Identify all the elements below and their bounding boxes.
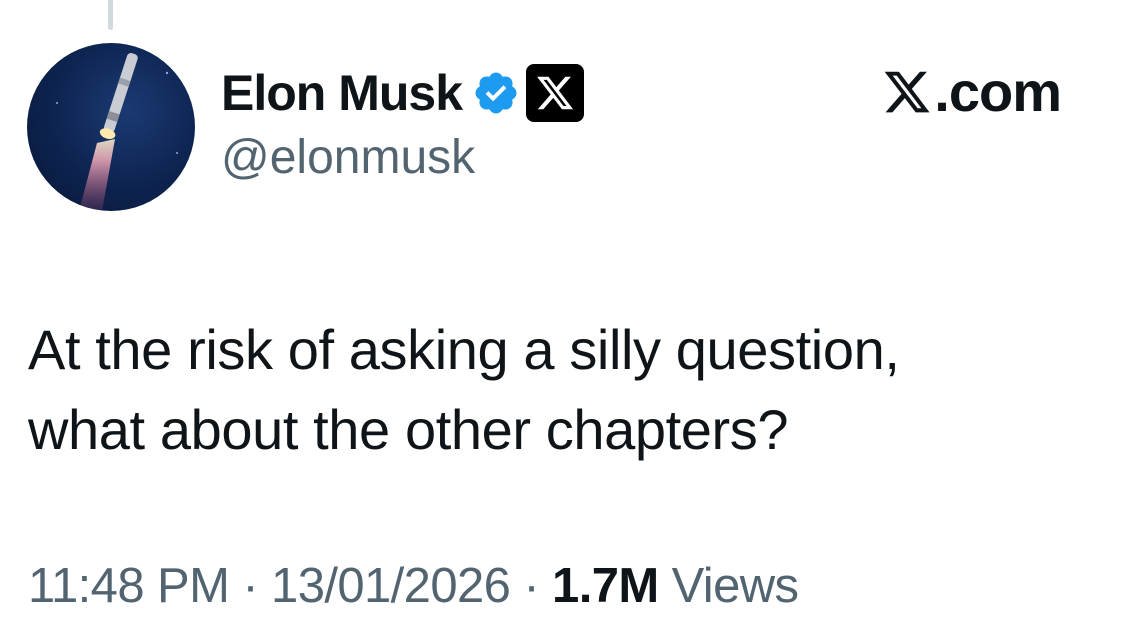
post-meta-row: 11:48 PM · 13/01/2026 · 1.7M Views xyxy=(28,556,799,616)
views-label[interactable]: Views xyxy=(672,559,799,613)
x-logo-icon[interactable] xyxy=(526,64,585,122)
site-label-text: .com xyxy=(934,60,1062,123)
post-time[interactable]: 11:48 PM xyxy=(28,559,230,613)
verified-badge-icon[interactable] xyxy=(472,69,520,117)
thread-connector-line xyxy=(108,0,113,30)
author-display-name[interactable]: Elon Musk xyxy=(221,68,463,118)
post-text-line: At the risk of asking a silly question, xyxy=(28,318,900,381)
views-count[interactable]: 1.7M xyxy=(552,559,659,613)
post-text: At the risk of asking a silly question, … xyxy=(28,310,1098,470)
post-date[interactable]: 13/01/2026 xyxy=(271,559,511,613)
avatar[interactable] xyxy=(27,43,195,211)
meta-separator: · xyxy=(242,559,272,613)
meta-separator: · xyxy=(523,559,553,613)
rocket-launch-image xyxy=(56,53,178,211)
post-text-line: what about the other chapters? xyxy=(28,398,789,461)
site-watermark: .com xyxy=(882,60,1062,123)
author-handle[interactable]: @elonmusk xyxy=(221,134,475,182)
x-letter-icon xyxy=(882,66,932,118)
author-name-row: Elon Musk xyxy=(221,62,585,124)
